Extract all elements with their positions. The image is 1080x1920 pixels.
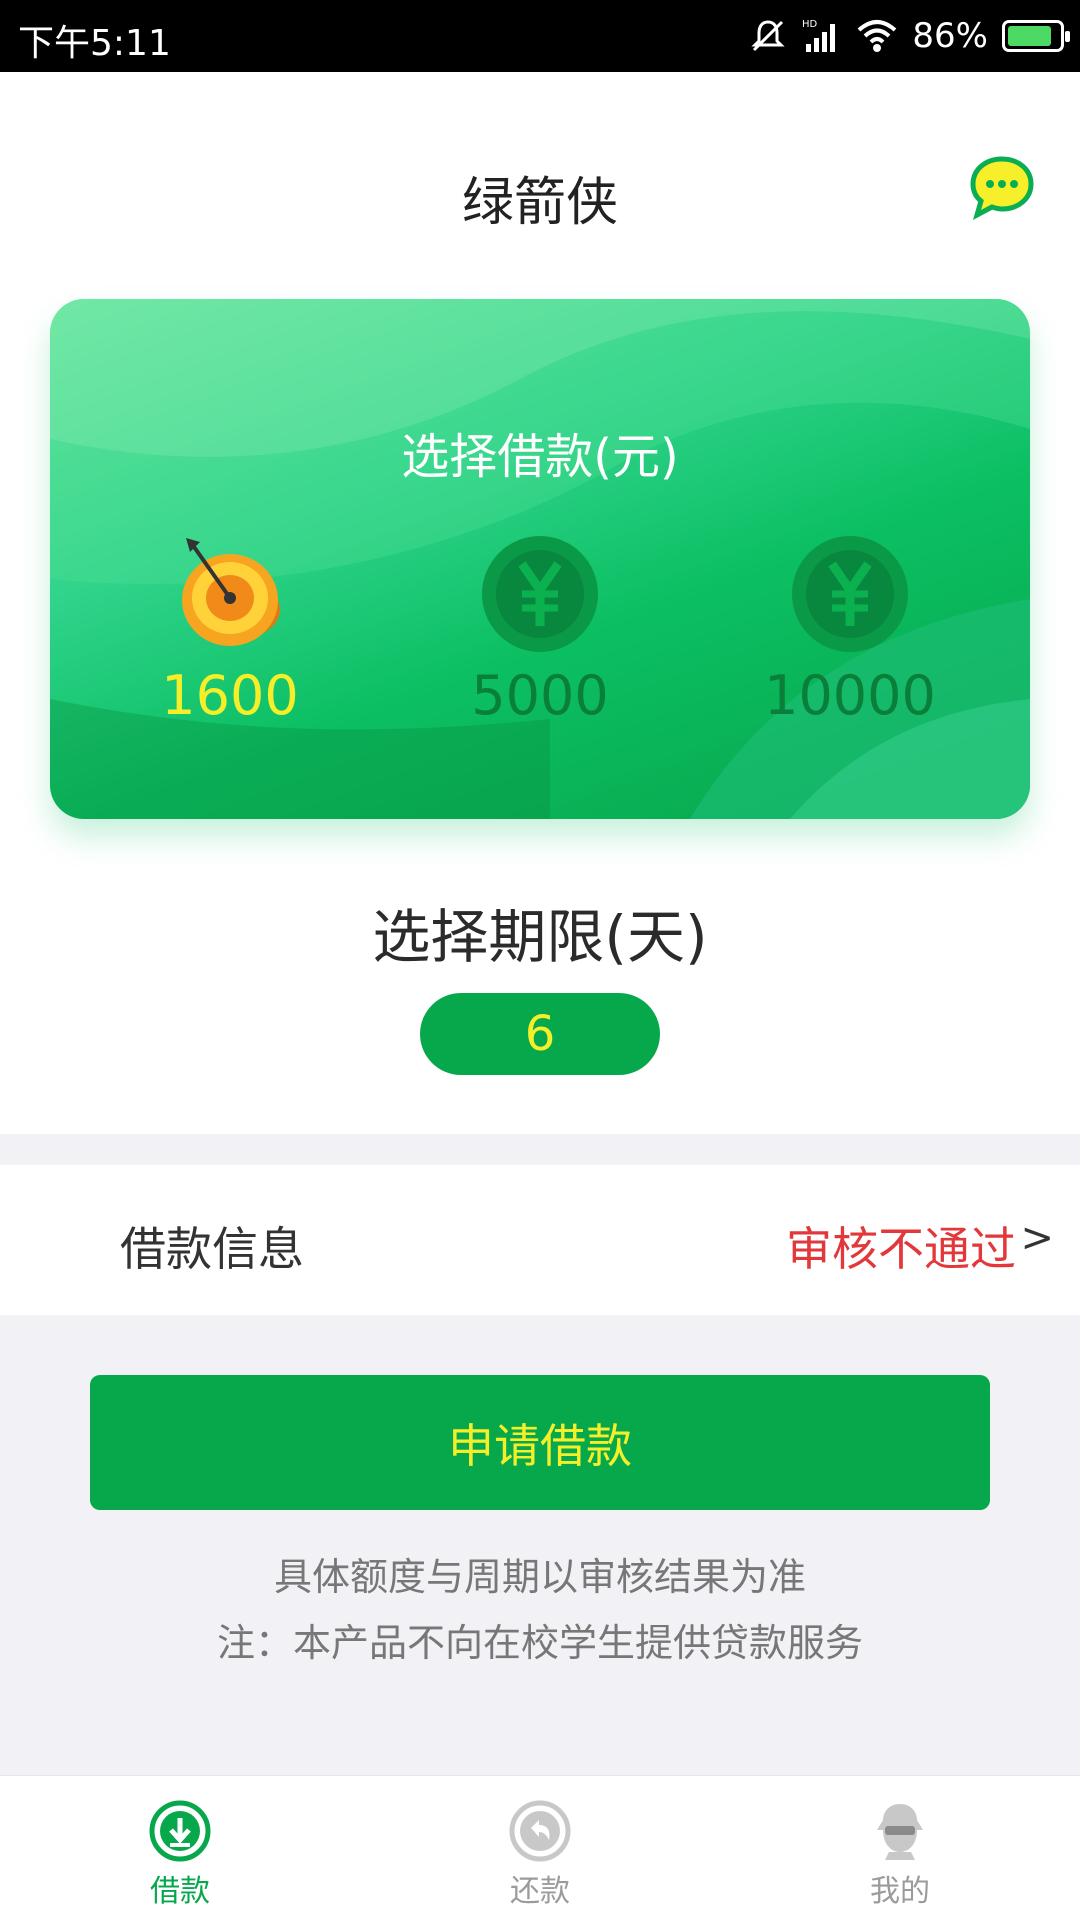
note-text: 注：本产品不向在校学生提供贷款服务 [216,1621,863,1665]
signal-icon: HD [802,19,836,52]
profile-icon [877,1804,923,1860]
apply-loan-button[interactable]: 申请借款 [90,1375,990,1510]
amount-option-5000[interactable]: 5000 [430,534,650,734]
nav-item-borrow[interactable]: 借款 [80,1800,280,1920]
amount-value: 10000 [764,664,936,727]
nav-label: 还款 [510,1874,570,1909]
amount-value: 5000 [471,664,609,727]
status-bar: 下午5:11 HD 86% [0,0,1080,72]
amount-value: 1600 [161,664,299,727]
note-text: 具体额度与周期以审核结果为准 [273,1555,806,1599]
nav-item-repay[interactable]: 还款 [440,1800,640,1920]
amount-option-10000[interactable]: 10000 [740,534,960,734]
yen-coin-icon [792,536,908,652]
nav-label: 借款 [150,1874,210,1909]
loan-selection-panel: 绿箭侠 选择借款(元) 1600 5000 10000 选择期限(天) 6 [0,72,1080,1134]
amount-card-title: 选择借款(元) [401,429,679,485]
loan-status: 审核不通过 [786,1222,1016,1276]
loan-info-label: 借款信息 [120,1222,304,1276]
amount-card: 选择借款(元) 1600 5000 10000 [50,299,1030,819]
bottom-nav: 借款 还款 我的 [0,1775,1080,1920]
target-coin-icon [182,538,280,646]
amount-option-1600[interactable]: 1600 [120,534,340,734]
term-title: 选择期限(天) [372,903,708,971]
yen-coin-icon [482,536,598,652]
status-icons: HD 86% [748,12,1070,60]
term-selector[interactable]: 6 [420,993,660,1075]
nav-item-profile[interactable]: 我的 [800,1800,1000,1920]
svg-text:HD: HD [802,19,818,30]
page-title: 绿箭侠 [461,173,618,233]
borrow-icon [149,1800,211,1862]
battery-icon [1002,20,1070,52]
loan-info-row[interactable]: 借款信息 审核不通过 > [0,1165,1080,1315]
repay-icon [509,1800,571,1862]
wifi-icon [858,20,897,52]
mute-bell-icon [751,20,786,52]
battery-level [1008,26,1051,46]
battery-percent: 86% [912,16,988,56]
chevron-right-icon: > [1020,1215,1054,1261]
status-time: 下午5:11 [18,23,171,64]
nav-label: 我的 [870,1874,930,1909]
chat-bubble-icon[interactable] [968,155,1036,221]
